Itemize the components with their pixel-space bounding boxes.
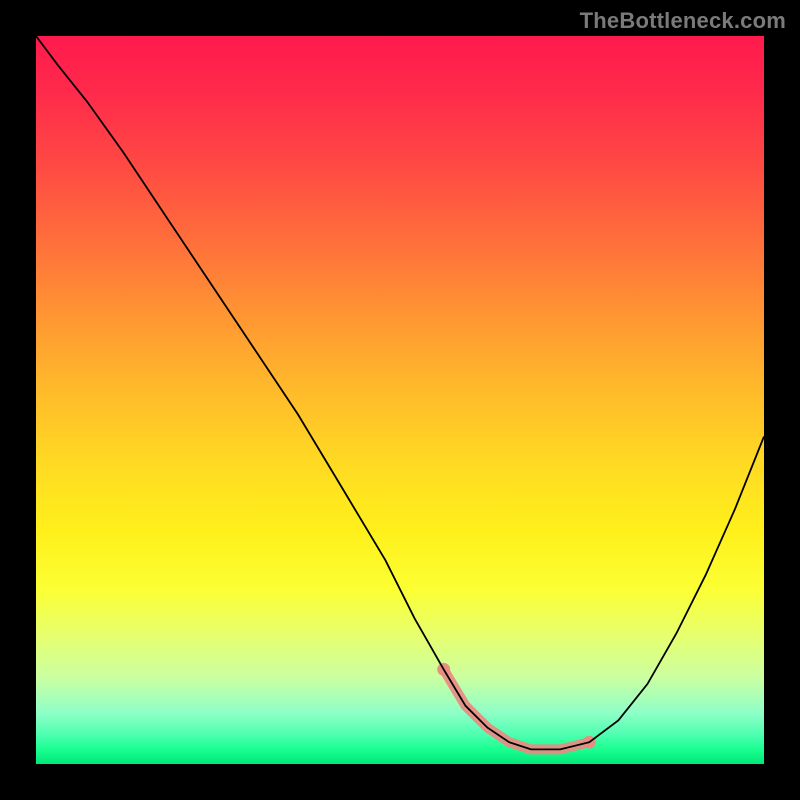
highlight-segment: [444, 669, 590, 749]
bottleneck-curve: [36, 36, 764, 749]
plot-area: [36, 36, 764, 764]
watermark-text: TheBottleneck.com: [580, 8, 786, 34]
chart-svg: [36, 36, 764, 764]
chart-container: TheBottleneck.com: [0, 0, 800, 800]
